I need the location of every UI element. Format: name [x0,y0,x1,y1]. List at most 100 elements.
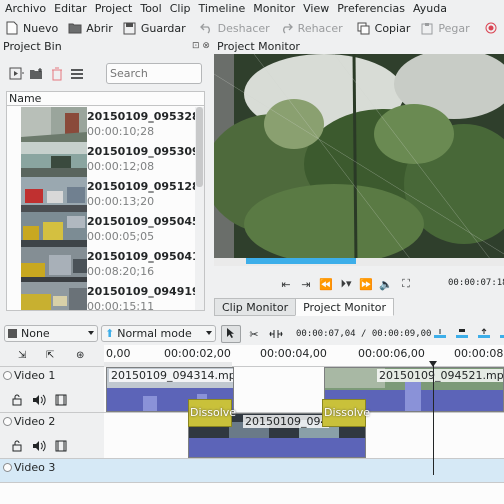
track-video-2[interactable]: 20150109_094 [104,413,504,459]
record-button[interactable] [479,17,504,39]
lock-icon[interactable] [8,439,26,453]
copiar-button[interactable]: Copiar [352,17,416,39]
film-icon[interactable] [52,393,70,407]
list-item[interactable]: 20150109_095041. 00:08:20;16 [7,247,204,282]
guardar-button[interactable]: Guardar [118,17,191,39]
razor-tool-icon[interactable]: ✂ [246,326,262,342]
menu-tool[interactable]: Tool [135,2,164,15]
clip-thumbnail [21,247,87,282]
tab-project-monitor[interactable]: Project Monitor [295,298,395,316]
transition-dissolve[interactable]: Dissolve [322,399,370,427]
dock-close-icon[interactable]: ⊡ ⊗ [192,41,210,51]
lift-icon[interactable] [496,326,504,342]
menu-clip[interactable]: Clip [165,2,194,15]
menu-preferencias[interactable]: Preferencias [332,2,408,15]
pointer-icon [226,327,236,342]
clip-duration: 00:00:10;28 [87,125,155,138]
abrir-button[interactable]: Abrir [63,17,118,39]
transition-label: Dissolve [190,406,237,419]
menu-editar[interactable]: Editar [49,2,90,15]
effects-icon[interactable]: ⊛ [76,350,84,361]
hamburger-menu-icon[interactable] [68,65,86,83]
expand-icon[interactable]: ⇱ [46,350,54,361]
clip-thumbnail [21,282,87,310]
composite-select[interactable]: None [4,325,98,342]
list-item[interactable]: 20150109_095328. 00:00:10;28 [7,107,204,142]
clip-name: 20150109_095041. [87,250,204,263]
add-clip-icon[interactable] [8,65,26,83]
list-item[interactable]: 20150109_095309. 00:00:12;08 [7,142,204,177]
transition-dissolve[interactable]: Dissolve [188,399,236,427]
list-item[interactable]: 20150109_095045. 00:00:05;05 [7,212,204,247]
transition-label: Dissolve [324,406,371,419]
menu-view[interactable]: View [298,2,332,15]
track-header-video-1[interactable]: Video 1 [0,367,104,413]
set-zone-start-icon[interactable]: ⇤ [276,275,296,293]
bin-scrollbar[interactable] [195,107,204,310]
clip-duration: 00:00:12;08 [87,160,155,173]
edit-mode-select[interactable]: ⬆ Normal mode [101,325,216,342]
rewind-icon[interactable]: ⏪ [316,275,336,293]
column-header-name[interactable]: Name [7,92,204,106]
menu-archivo[interactable]: Archivo [0,2,49,15]
track-header-video-3[interactable]: Video 3 [0,459,104,483]
main-toolbar: Nuevo Abrir Guardar Deshacer Rehacer Cop… [0,17,504,39]
spacer-tool-icon[interactable] [268,326,284,342]
audio-icon[interactable] [30,393,48,407]
save-icon [123,21,137,35]
overwrite-icon[interactable] [454,326,470,342]
nuevo-button[interactable]: Nuevo [0,17,63,39]
copiar-label: Copiar [374,21,411,35]
ruler-label: 00:00:02,00 [164,347,231,360]
ruler-label: 00:00:06,00 [358,347,425,360]
chevron-down-icon [206,331,212,335]
fullscreen-icon[interactable]: ⛶ [396,275,416,293]
track-target-radio[interactable] [3,371,12,380]
record-icon [484,21,498,35]
ruler-label: 00:00:08, [454,347,504,360]
search-input[interactable] [106,63,202,84]
track-header-video-2[interactable]: Video 2 [0,413,104,459]
delete-icon[interactable] [48,65,66,83]
nuevo-label: Nuevo [23,21,59,35]
lock-icon[interactable] [8,393,26,407]
film-icon[interactable] [52,439,70,453]
guardar-label: Guardar [140,21,186,35]
menu-ayuda[interactable]: Ayuda [408,2,450,15]
project-monitor-title: Project Monitor [217,40,300,53]
set-zone-end-icon[interactable]: ⇥ [296,275,316,293]
menu-monitor[interactable]: Monitor [248,2,298,15]
bin-scrollbar-thumb[interactable] [196,107,203,187]
monitor-tabs: Clip Monitor Project Monitor [214,298,395,316]
composite-icon [8,329,17,338]
redo-icon [280,21,294,35]
tab-clip-monitor[interactable]: Clip Monitor [214,298,297,316]
add-folder-icon[interactable] [28,65,46,83]
audio-icon[interactable] [30,439,48,453]
play-icon[interactable]: ⏵▾ [336,275,356,293]
monitor-timecode[interactable]: 00:00:07:18 [448,278,504,288]
extract-icon[interactable] [476,326,492,342]
insert-icon[interactable] [432,326,448,342]
playhead-line[interactable] [433,363,434,475]
track-target-radio[interactable] [3,463,12,472]
clip-label: 20150109_094521.mp4 [377,369,503,382]
collapse-icon[interactable]: ⇲ [18,350,26,361]
forward-icon[interactable]: ⏩ [356,275,376,293]
deshacer-button[interactable]: Deshacer [195,17,275,39]
menu-timeline[interactable]: Timeline [194,2,249,15]
monitor-timeline-ruler[interactable] [214,258,504,266]
track-target-radio[interactable] [3,417,12,426]
menu-project[interactable]: Project [90,2,136,15]
list-item[interactable]: 20150109_095128. 00:00:13;20 [7,177,204,212]
list-item[interactable]: 20150109_094919. 00:00:15;11 [7,282,204,310]
track-video-3[interactable] [104,459,504,483]
rehacer-button[interactable]: Rehacer [275,17,348,39]
monitor-video-frame[interactable] [214,54,504,264]
track-video-1[interactable]: 20150109_094314.mp4 20150109_094521.mp4 [104,367,504,413]
selection-tool-button[interactable] [221,325,241,343]
volume-icon[interactable]: 🔈 [376,275,396,293]
clip-duration: 00:00:05;05 [87,230,155,243]
pegar-button[interactable]: Pegar [415,17,474,39]
track-headers: ⇲ ⇱ ⊛ Video 1 Video 2 Video 3 [0,345,104,504]
